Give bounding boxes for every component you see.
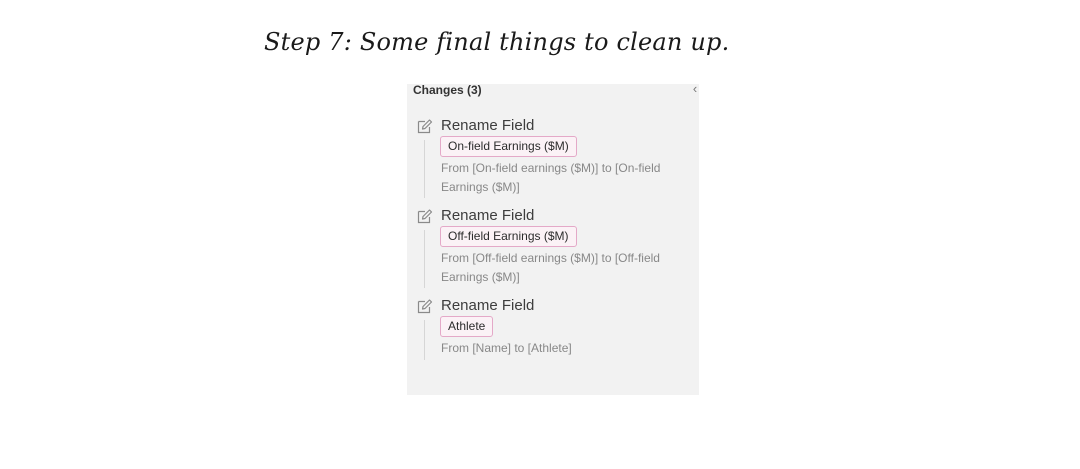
change-item: Rename Field On-field Earnings ($M) From… [407, 116, 699, 198]
edit-icon [416, 118, 433, 135]
field-name-pill[interactable]: Athlete [440, 316, 494, 337]
change-detail: From [On-field earnings ($M)] to [On-fie… [441, 161, 661, 194]
change-detail: From [Name] to [Athlete] [441, 341, 572, 355]
timeline-line [424, 140, 425, 198]
step-title: Step 7: Some final things to clean up. [264, 28, 730, 56]
timeline-line [424, 230, 425, 288]
change-item: Rename Field Athlete From [Name] to [Ath… [407, 296, 699, 360]
edit-icon [416, 298, 433, 315]
timeline-line [424, 320, 425, 360]
field-name-pill[interactable]: On-field Earnings ($M) [440, 136, 577, 157]
change-detail: From [Off-field earnings ($M)] to [Off-f… [441, 251, 660, 284]
change-action-title: Rename Field [441, 207, 535, 224]
edit-icon [416, 208, 433, 225]
field-name-pill[interactable]: Off-field Earnings ($M) [440, 226, 577, 247]
change-action-title: Rename Field [441, 117, 535, 134]
changes-panel-header: Changes (3) [413, 83, 482, 97]
change-action-title: Rename Field [441, 297, 535, 314]
change-item: Rename Field Off-field Earnings ($M) Fro… [407, 206, 699, 288]
changes-panel: Changes (3) ‹ Rename Field On-field Earn… [407, 82, 699, 395]
chevron-left-icon[interactable]: ‹ [691, 82, 699, 96]
